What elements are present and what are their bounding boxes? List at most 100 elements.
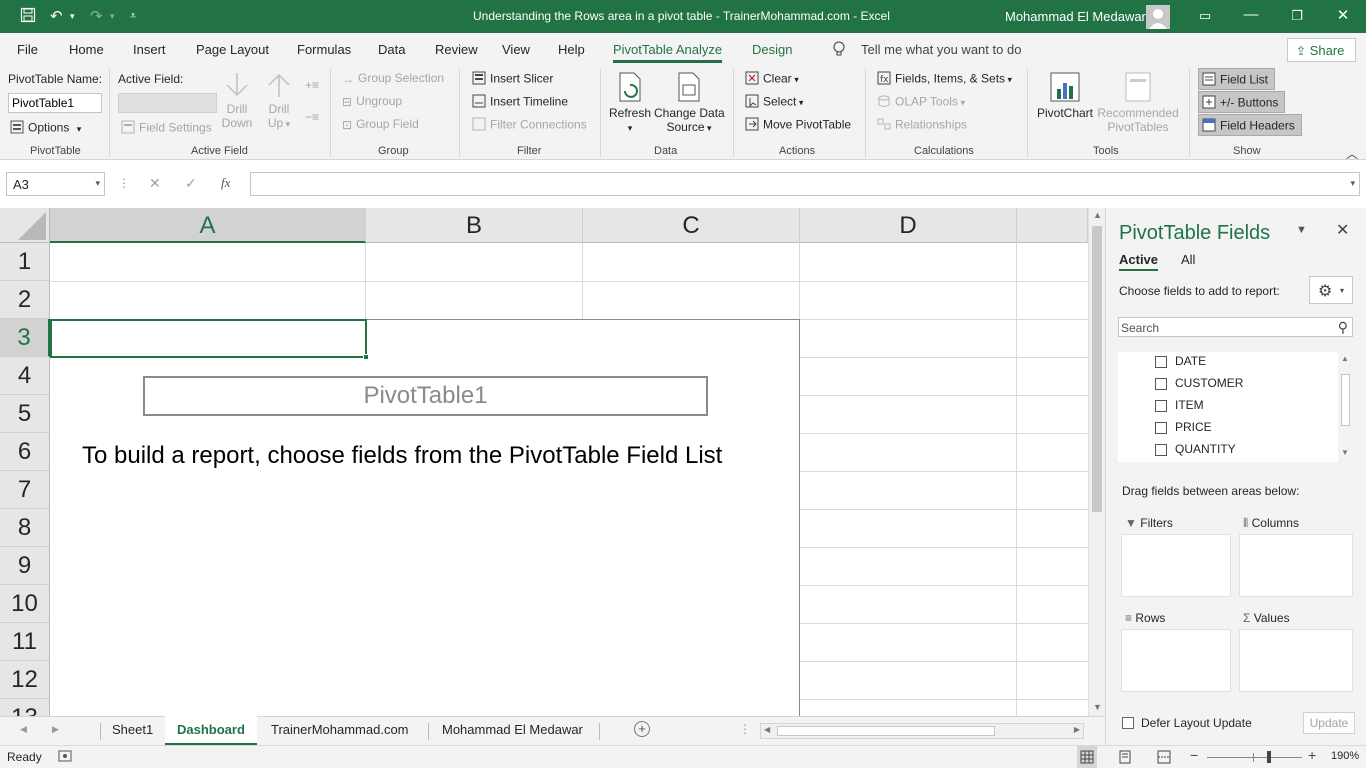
save-icon[interactable] xyxy=(20,7,36,27)
column-header-a[interactable]: A xyxy=(50,208,366,243)
scroll-down-icon[interactable]: ▼ xyxy=(1093,702,1102,712)
field-item-customer[interactable]: CUSTOMER xyxy=(1155,376,1243,390)
select-button[interactable]: Select ▾ xyxy=(745,94,803,111)
active-field-input[interactable] xyxy=(118,93,217,113)
values-drop-area[interactable] xyxy=(1239,629,1353,692)
redo-icon[interactable]: ↷ xyxy=(90,7,103,25)
row-header-selected[interactable]: 3 xyxy=(0,319,50,357)
vertical-scrollbar[interactable]: ▲ ▼ xyxy=(1088,208,1105,716)
row-header[interactable]: 1 xyxy=(0,243,50,281)
tab-help[interactable]: Help xyxy=(558,42,585,57)
page-layout-view-icon[interactable] xyxy=(1118,750,1132,767)
row-header[interactable]: 13 xyxy=(0,699,50,716)
field-item-quantity[interactable]: QUANTITY xyxy=(1155,442,1236,456)
name-box[interactable]: A3 ▾ xyxy=(6,172,105,196)
pivotchart-button[interactable]: PivotChart xyxy=(1035,71,1095,120)
change-data-source-button[interactable]: Change Data Source ▾ xyxy=(654,71,725,134)
row-header[interactable]: 2 xyxy=(0,281,50,319)
field-checkbox[interactable] xyxy=(1155,443,1167,456)
undo-icon[interactable]: ↶ xyxy=(50,7,63,25)
sheet-tab-trainermohammad[interactable]: TrainerMohammad.com xyxy=(271,722,409,737)
search-input[interactable]: Search xyxy=(1121,321,1159,335)
drill-down-button[interactable]: Drill Down xyxy=(220,71,254,130)
scrollbar-thumb[interactable] xyxy=(1341,374,1350,426)
column-header-c[interactable]: C xyxy=(583,208,800,243)
close-window-icon[interactable]: ✕ xyxy=(1320,6,1366,24)
expand-formula-bar-icon[interactable]: ▾ xyxy=(1350,178,1355,189)
refresh-button[interactable]: Refresh ▾ xyxy=(609,71,651,134)
row-header[interactable]: 7 xyxy=(0,471,50,509)
new-sheet-button[interactable]: + xyxy=(634,721,650,737)
ribbon-display-icon[interactable]: ▭ xyxy=(1182,8,1228,24)
scroll-down-icon[interactable]: ▼ xyxy=(1341,448,1349,457)
avatar[interactable] xyxy=(1146,5,1170,29)
zoom-slider[interactable] xyxy=(1207,757,1302,758)
customize-qat-icon[interactable]: ⩡ xyxy=(130,10,136,23)
page-break-view-icon[interactable] xyxy=(1157,750,1171,767)
select-all-button[interactable] xyxy=(0,208,50,243)
scrollbar-thumb[interactable] xyxy=(777,726,995,736)
columns-drop-area[interactable] xyxy=(1239,534,1353,597)
share-button[interactable]: ⇪ Share xyxy=(1287,38,1356,62)
defer-layout-checkbox[interactable] xyxy=(1122,717,1134,729)
field-checkbox[interactable] xyxy=(1155,399,1167,412)
insert-slicer-button[interactable]: Insert Slicer xyxy=(472,71,553,88)
scroll-up-icon[interactable]: ▲ xyxy=(1341,354,1349,363)
tab-file[interactable]: File xyxy=(17,42,38,57)
name-box-dropdown-icon[interactable]: ▾ xyxy=(95,178,100,189)
scroll-right-icon[interactable]: ▶ xyxy=(1074,725,1080,734)
options-button[interactable]: Options ▾ xyxy=(10,120,81,137)
ungroup-button[interactable]: ⊟ Ungroup xyxy=(342,94,402,109)
field-checkbox[interactable] xyxy=(1155,377,1167,390)
plus-minus-buttons-button[interactable]: +/- Buttons xyxy=(1198,91,1286,113)
relationships-button[interactable]: Relationships xyxy=(877,117,967,134)
field-list-button[interactable]: Field List xyxy=(1198,68,1276,90)
field-settings-button[interactable]: Field Settings xyxy=(121,120,212,137)
fields-items-sets-button[interactable]: fx Fields, Items, & Sets ▾ xyxy=(877,71,1012,88)
cancel-icon[interactable]: ✕ xyxy=(149,175,161,192)
clear-button[interactable]: Clear ▾ xyxy=(745,71,799,88)
field-item-item[interactable]: ITEM xyxy=(1155,398,1204,412)
update-button[interactable]: Update xyxy=(1303,712,1355,734)
scrollbar-thumb[interactable] xyxy=(1092,226,1102,512)
drill-up-button[interactable]: Drill Up ▾ xyxy=(262,71,296,130)
tab-page-layout[interactable]: Page Layout xyxy=(196,42,269,57)
field-item-price[interactable]: PRICE xyxy=(1155,420,1212,434)
sheet-tab-sheet1[interactable]: Sheet1 xyxy=(112,722,153,737)
field-list-scrollbar[interactable]: ▲ ▼ xyxy=(1338,352,1353,462)
field-list-settings-button[interactable]: ⚙ ▾ xyxy=(1309,276,1353,304)
zoom-in-icon[interactable]: + xyxy=(1308,747,1316,763)
scroll-sheets-left-icon[interactable]: ◀ xyxy=(20,724,27,735)
tell-me-search[interactable]: Tell me what you want to do xyxy=(861,42,1021,57)
undo-dropdown-icon[interactable]: ▾ xyxy=(70,11,75,22)
column-header-d[interactable]: D xyxy=(800,208,1017,243)
olap-tools-button[interactable]: OLAP Tools ▾ xyxy=(877,94,965,111)
filters-drop-area[interactable] xyxy=(1121,534,1231,597)
enter-icon[interactable]: ✓ xyxy=(185,175,197,192)
row-header[interactable]: 12 xyxy=(0,661,50,699)
group-field-button[interactable]: ⊡ Group Field xyxy=(342,117,419,132)
tab-home[interactable]: Home xyxy=(69,42,104,57)
tab-design[interactable]: Design xyxy=(752,42,792,57)
row-header[interactable]: 4 xyxy=(0,357,50,395)
formula-input[interactable]: ▾ xyxy=(250,172,1360,196)
tab-active-fields[interactable]: Active xyxy=(1119,252,1159,271)
row-header[interactable]: 11 xyxy=(0,623,50,661)
sheet-tab-dashboard[interactable]: Dashboard xyxy=(165,716,257,745)
fill-handle[interactable] xyxy=(363,354,369,360)
active-cell[interactable] xyxy=(50,319,367,358)
tab-pivottable-analyze[interactable]: PivotTable Analyze xyxy=(613,42,723,63)
zoom-out-icon[interactable]: − xyxy=(1190,747,1198,763)
field-search-box[interactable]: Search ⚲ xyxy=(1118,317,1353,337)
normal-view-button[interactable] xyxy=(1077,746,1097,768)
tab-review[interactable]: Review xyxy=(435,42,478,57)
expand-field-icon[interactable]: +≡ xyxy=(305,78,319,92)
rows-drop-area[interactable] xyxy=(1121,629,1231,692)
row-header[interactable]: 9 xyxy=(0,547,50,585)
sheet-tab-mohammad-el-medawar[interactable]: Mohammad El Medawar xyxy=(442,722,583,737)
collapse-field-icon[interactable]: −≡ xyxy=(305,110,319,124)
user-name[interactable]: Mohammad El Medawar xyxy=(1005,9,1146,24)
group-selection-button[interactable]: → Group Selection xyxy=(342,71,444,86)
filter-connections-button[interactable]: Filter Connections xyxy=(472,117,587,134)
minimize-icon[interactable]: — xyxy=(1228,6,1274,23)
